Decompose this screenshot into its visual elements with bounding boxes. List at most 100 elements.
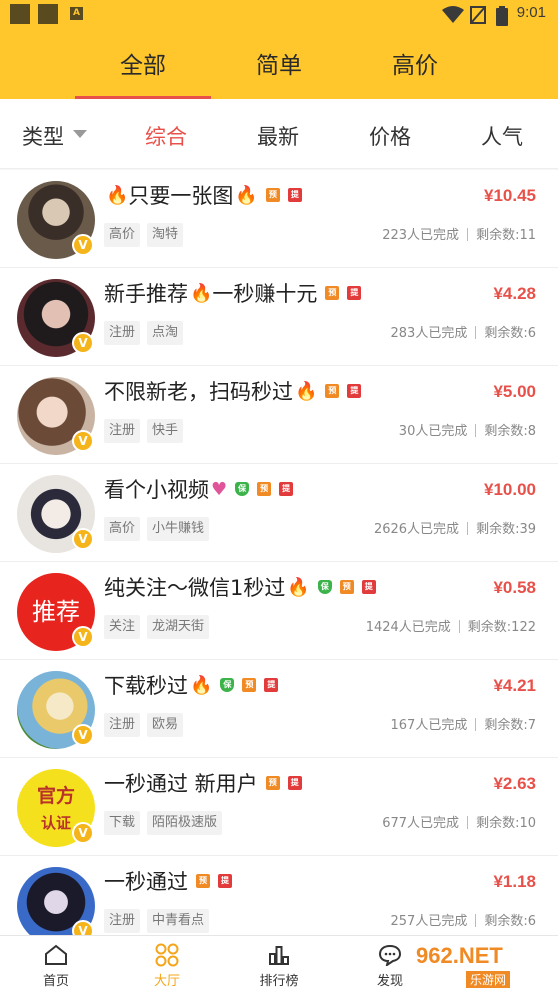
sort-price[interactable]: 价格	[369, 121, 411, 151]
notification-icon	[10, 4, 30, 24]
pre-badge-icon: 预	[265, 188, 280, 202]
verified-icon: V	[72, 724, 94, 746]
status-bar: A 9:01	[0, 0, 558, 30]
task-title: 不限新老，扫码秒过 🔥 预 提	[104, 376, 362, 406]
task-stats: 1424人已完成 剩余数:122	[365, 620, 536, 635]
dropdown-arrow-icon[interactable]	[73, 130, 87, 138]
pre-badge-icon: 预	[196, 874, 210, 888]
task-price: ¥0.58	[493, 578, 536, 597]
task-row[interactable]: V 新手推荐 🔥 一秒赚十元 预 提 注册 点淘 ¥4.28 283人已完成 剩余…	[0, 268, 558, 366]
task-stats: 257人已完成 剩余数:6	[390, 914, 536, 929]
task-price: ¥2.63	[493, 774, 536, 793]
task-tag: 高价	[104, 517, 141, 541]
pre-badge-icon: 预	[339, 580, 354, 594]
withdraw-badge-icon: 提	[287, 776, 302, 790]
verified-icon: V	[72, 626, 94, 648]
task-row[interactable]: 官方 认证 V 一秒通过 新用户 预 提 下载 陌陌极速版 ¥2.63 677人…	[0, 758, 558, 856]
task-tag: 高价	[104, 223, 141, 247]
task-row[interactable]: 推荐 V 纯关注～微信1秒过 🔥 保 预 提 关注 龙湖天街 ¥0.58 142…	[0, 562, 558, 660]
type-filter[interactable]: 类型	[22, 121, 64, 151]
tab-simple[interactable]: 简单	[219, 46, 339, 80]
task-price: ¥4.28	[493, 284, 536, 303]
sort-comprehensive[interactable]: 综合	[145, 121, 187, 151]
pre-badge-icon: 预	[242, 678, 257, 692]
task-tag: 下载	[104, 811, 141, 835]
task-tag: 中青看点	[147, 909, 210, 933]
guarantee-badge-icon: 保	[317, 580, 332, 594]
sort-popularity[interactable]: 人气	[481, 121, 523, 151]
task-title: 一秒通过 新用户 预 提	[104, 768, 302, 798]
task-stats: 2626人已完成 剩余数:39	[373, 522, 536, 537]
task-tag: 注册	[104, 419, 141, 443]
signal-icon	[470, 6, 486, 24]
withdraw-badge-icon: 提	[279, 482, 294, 496]
withdraw-badge-icon: 提	[218, 874, 232, 888]
task-row[interactable]: V 不限新老，扫码秒过 🔥 预 提 注册 快手 ¥5.00 30人已完成 剩余数:…	[0, 366, 558, 464]
tab-home[interactable]: 首页	[21, 942, 91, 989]
app-icon: A	[70, 7, 83, 20]
guarantee-badge-icon: 保	[220, 678, 235, 692]
heart-icon: ♥	[211, 478, 228, 500]
fire-icon: 🔥	[287, 576, 310, 598]
task-price: ¥4.21	[493, 676, 536, 695]
task-title: 🔥 只要一张图 🔥 预 提	[104, 180, 302, 210]
tab-high-price[interactable]: 高价	[355, 46, 475, 80]
tab-all[interactable]: 全部	[83, 46, 203, 80]
task-stats: 30人已完成 剩余数:8	[398, 424, 536, 439]
task-stats: 167人已完成 剩余数:7	[390, 718, 536, 733]
discover-icon	[355, 942, 425, 968]
guarantee-badge-icon: 保	[235, 482, 250, 496]
withdraw-badge-icon: 提	[287, 188, 302, 202]
task-title: 纯关注～微信1秒过 🔥 保 预 提	[104, 572, 376, 602]
battery-icon	[496, 6, 508, 26]
status-time: 9:01	[516, 4, 546, 21]
task-tag: 龙湖天街	[147, 615, 210, 639]
hall-icon	[132, 942, 202, 968]
task-row[interactable]: V 🔥 只要一张图 🔥 预 提 高价 淘特 ¥10.45 223人已完成 剩余数:…	[0, 170, 558, 268]
task-tag: 欧易	[147, 713, 184, 737]
task-tag: 注册	[104, 713, 141, 737]
header: A 9:01 全部 简单 高价	[0, 0, 558, 99]
wifi-icon	[442, 6, 464, 23]
fire-icon: 🔥	[106, 184, 129, 206]
task-price: ¥10.45	[484, 186, 536, 205]
fire-icon: 🔥	[295, 380, 318, 402]
pre-badge-icon: 预	[257, 482, 272, 496]
task-price: ¥10.00	[484, 480, 536, 499]
notification-icon	[38, 4, 58, 24]
task-tag: 关注	[104, 615, 141, 639]
withdraw-badge-icon: 提	[347, 286, 362, 300]
task-row[interactable]: V 下载秒过 🔥 保 预 提 注册 欧易 ¥4.21 167人已完成 剩余数:7	[0, 660, 558, 758]
tab-ranking[interactable]: 排行榜	[244, 942, 314, 989]
task-stats: 223人已完成 剩余数:11	[382, 228, 536, 243]
task-tag: 淘特	[147, 223, 184, 247]
watermark-logo: 962.NET 乐游网	[416, 943, 552, 988]
tab-discover[interactable]: 发现	[355, 942, 425, 989]
task-row[interactable]: V 看个小视频 ♥ 保 预 提 高价 小牛赚钱 ¥10.00 2626人已完成剩…	[0, 464, 558, 562]
task-title: 一秒通过 预 提	[104, 866, 232, 896]
verified-icon: V	[72, 430, 94, 452]
task-tag: 点淘	[147, 321, 184, 345]
filter-bar: 类型 综合 最新 价格 人气	[0, 99, 558, 169]
ranking-icon	[244, 942, 314, 968]
task-tag: 快手	[147, 419, 184, 443]
fire-icon: 🔥	[190, 674, 213, 696]
verified-icon: V	[72, 822, 94, 844]
pre-badge-icon: 预	[265, 776, 280, 790]
fire-icon: 🔥	[235, 184, 258, 206]
task-tag: 小牛赚钱	[147, 517, 210, 541]
task-price: ¥1.18	[493, 872, 536, 891]
task-title: 新手推荐 🔥 一秒赚十元 预 提	[104, 278, 362, 308]
task-tag: 注册	[104, 909, 141, 933]
tab-hall[interactable]: 大厅	[132, 942, 202, 989]
task-tag: 陌陌极速版	[147, 811, 223, 835]
withdraw-badge-icon: 提	[347, 384, 362, 398]
pre-badge-icon: 预	[325, 286, 340, 300]
task-price: ¥5.00	[493, 382, 536, 401]
verified-icon: V	[72, 332, 94, 354]
task-stats: 283人已完成 剩余数:6	[390, 326, 536, 341]
withdraw-badge-icon: 提	[361, 580, 376, 594]
sort-newest[interactable]: 最新	[257, 121, 299, 151]
task-title: 下载秒过 🔥 保 预 提	[104, 670, 279, 700]
verified-icon: V	[72, 528, 94, 550]
